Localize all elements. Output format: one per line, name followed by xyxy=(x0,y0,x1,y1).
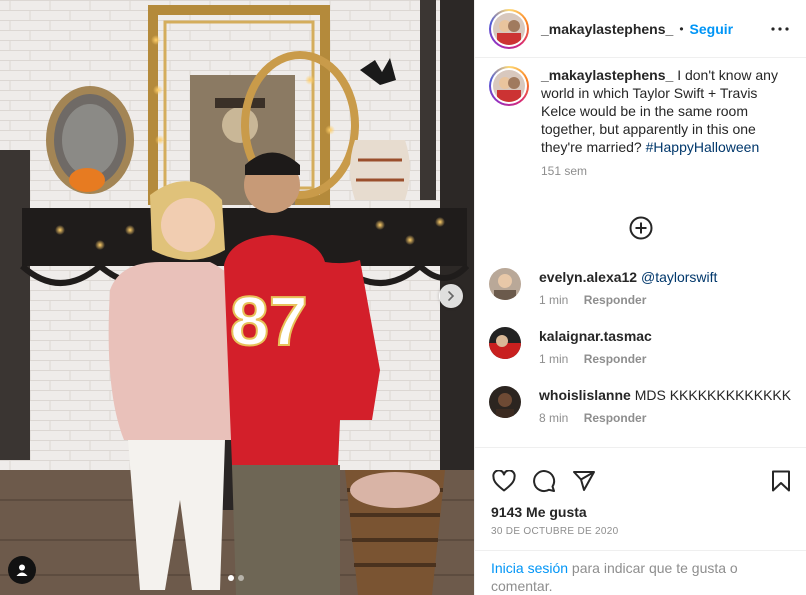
comment-item: kalaignar.tasmac 1 min Responder xyxy=(489,327,792,366)
likes-count[interactable]: 9143 Me gusta xyxy=(475,504,806,520)
reply-button[interactable]: Responder xyxy=(584,411,647,425)
share-button[interactable] xyxy=(571,468,597,494)
separator-dot: • xyxy=(679,21,684,36)
more-options-icon xyxy=(771,26,789,31)
comment-username[interactable]: whoislislanne xyxy=(539,387,631,403)
comment-button[interactable] xyxy=(531,468,557,494)
load-more-comments-button[interactable] xyxy=(475,216,806,240)
more-options-button[interactable] xyxy=(768,17,792,41)
post-caption: _makaylastephens_ I don't know any world… xyxy=(475,58,806,180)
user-tag-icon xyxy=(16,564,28,576)
follow-button[interactable]: Seguir xyxy=(690,21,734,37)
post-photo[interactable]: 87 xyxy=(0,0,474,595)
commenter-avatar[interactable] xyxy=(489,386,521,418)
carousel-dot xyxy=(228,575,234,581)
reply-button[interactable]: Responder xyxy=(584,293,647,307)
login-prompt: Inicia sesión para indicar que te gusta … xyxy=(475,550,806,595)
comment-time: 8 min xyxy=(539,411,569,425)
comment-item: evelyn.alexa12 @taylorswift 1 min Respon… xyxy=(489,268,792,307)
carousel-indicator xyxy=(228,575,244,581)
post-modal: 87 _makaylastephens_ • Seguir _makaylast… xyxy=(0,0,806,595)
like-button[interactable] xyxy=(491,468,517,494)
post-author-username[interactable]: _makaylastephens_ xyxy=(541,21,673,37)
comment-text: MDS KKKKKKKKKKKKK xyxy=(634,387,792,403)
paper-plane-icon xyxy=(573,471,595,491)
reply-button[interactable]: Responder xyxy=(584,352,647,366)
save-button[interactable] xyxy=(768,468,794,494)
action-bar xyxy=(475,448,806,500)
bookmark-icon xyxy=(772,470,790,492)
comment-item: whoislislanne MDS KKKKKKKKKKKKK 8 min Re… xyxy=(489,386,792,425)
post-sidebar: _makaylastephens_ • Seguir _makaylasteph… xyxy=(474,0,806,595)
avatar-image xyxy=(493,70,525,102)
post-footer: 9143 Me gusta 30 DE OCTUBRE DE 2020 Inic… xyxy=(475,447,806,595)
avatar-image xyxy=(493,12,525,45)
tagged-users-button[interactable] xyxy=(8,556,36,584)
avatar[interactable] xyxy=(489,8,529,49)
next-photo-button[interactable] xyxy=(439,284,463,308)
commenter-avatar[interactable] xyxy=(489,268,521,300)
comment-time: 1 min xyxy=(539,352,569,366)
post-header: _makaylastephens_ • Seguir xyxy=(475,0,806,58)
comment-username[interactable]: kalaignar.tasmac xyxy=(539,328,652,344)
jersey-number: 87 xyxy=(230,282,308,360)
chevron-right-icon xyxy=(448,291,455,301)
heart-icon xyxy=(492,470,516,492)
post-date: 30 DE OCTUBRE DE 2020 xyxy=(491,526,619,537)
comment-username[interactable]: evelyn.alexa12 xyxy=(539,269,637,285)
plus-circle-icon xyxy=(629,216,652,240)
comment-icon xyxy=(533,470,556,493)
comments-list: evelyn.alexa12 @taylorswift 1 min Respon… xyxy=(475,268,806,445)
caption-username[interactable]: _makaylastephens_ xyxy=(541,67,673,83)
commenter-avatar[interactable] xyxy=(489,327,521,359)
carousel-dot xyxy=(238,575,244,581)
login-link[interactable]: Inicia sesión xyxy=(491,560,568,576)
caption-hashtag[interactable]: #HappyHalloween xyxy=(646,139,760,155)
comment-mention[interactable]: @taylorswift xyxy=(641,269,717,285)
halloween-couple-image: 87 xyxy=(0,0,474,595)
caption-time: 151 sem xyxy=(541,164,588,178)
comment-time: 1 min xyxy=(539,293,569,307)
caption-avatar[interactable] xyxy=(489,66,529,106)
